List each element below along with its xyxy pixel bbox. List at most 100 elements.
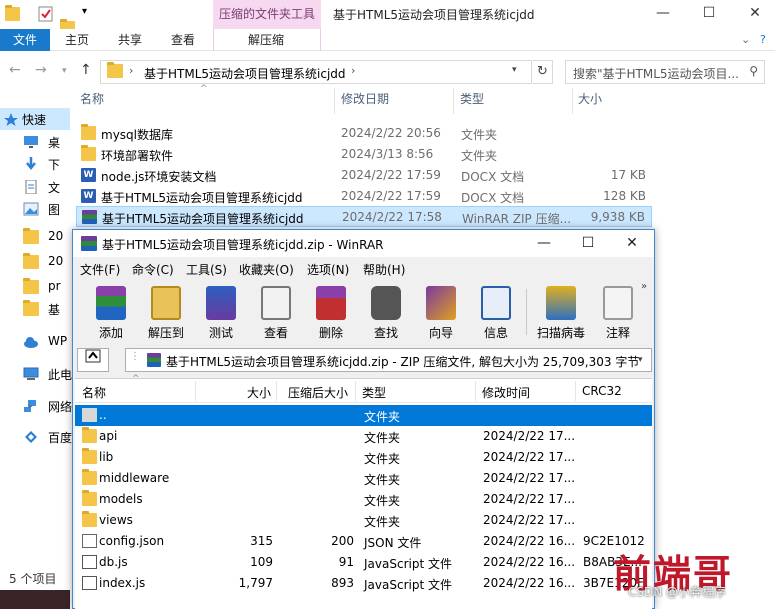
find-button[interactable]: 查找 [359,284,413,340]
toolbar-overflow-icon[interactable]: » [641,281,647,292]
column-divider[interactable] [453,88,454,114]
comment-button[interactable]: 注释 [591,284,645,340]
ribbon-expand-icon[interactable]: ⌄ [741,33,750,46]
menu-favorites[interactable]: 收藏夹(O) [239,261,294,278]
tool-label: 解压到 [147,326,184,340]
file-row[interactable]: mysql数据库 2024/2/22 20:56 文件夹 [76,123,652,144]
nav-item-wps-cloud[interactable]: WP [0,331,70,353]
column-header-crc32[interactable]: CRC32 [582,384,622,398]
quick-access-dropdown-icon[interactable]: ▾ [82,6,100,24]
column-divider[interactable] [572,88,573,114]
archive-row[interactable]: config.json 315 200 JSON 文件 2024/2/22 16… [75,531,652,552]
archive-path-combo[interactable]: ⋮ 基于HTML5运动会项目管理系统icjdd.zip - ZIP 压缩文件, … [125,348,652,372]
nav-item-pictures[interactable]: 图 [0,198,70,220]
column-header-date[interactable]: 修改日期 [341,90,389,116]
chevron-down-icon[interactable]: ▾ [512,65,517,75]
forward-icon[interactable]: → [35,62,47,78]
navigation-pane: 快速 桌 下 文 图 20 20 pr 基 WP 此电 网络 百度 [0,88,72,568]
tab-decompress[interactable]: 解压缩 [248,29,284,51]
nav-item-desktop[interactable]: 桌 [0,131,70,153]
column-header-size[interactable]: 大小 [578,90,602,116]
properties-icon[interactable] [37,5,55,23]
file-row[interactable]: 环境部署软件 2024/3/13 8:56 文件夹 [76,144,652,165]
tab-home[interactable]: 主页 [65,29,89,51]
view-button[interactable]: 查看 [249,284,303,340]
archive-row[interactable]: views 文件夹 2024/2/22 17... [75,510,652,531]
tab-view[interactable]: 查看 [171,29,195,51]
chevron-down-icon[interactable]: ▾ [638,355,643,365]
column-header-modified[interactable]: 修改时间 [482,384,530,401]
wizard-button[interactable]: 向导 [414,284,468,340]
column-divider[interactable] [334,88,335,114]
column-header-name[interactable]: 名称 [82,384,106,401]
archive-row[interactable]: lib 文件夹 2024/2/22 17... [75,447,652,468]
address-path[interactable]: 基于HTML5运动会项目管理系统icjdd [144,65,346,82]
close-button[interactable]: ✕ [610,230,654,257]
nav-item-folder-20-b[interactable]: 20 [0,251,70,273]
context-tab-compressed-tools[interactable]: 压缩的文件夹工具 [213,0,321,29]
nav-item-folder-pr[interactable]: pr [0,276,70,298]
menu-commands[interactable]: 命令(C) [132,261,174,278]
column-header-size[interactable]: 大小 [247,384,271,401]
parent-folder-icon [82,408,97,422]
back-icon[interactable]: ← [9,62,21,78]
file-date: 2024/2/22 17:59 [341,168,441,182]
file-row[interactable]: W 基于HTML5运动会项目管理系统icjdd 2024/2/22 17:59 … [76,186,652,207]
up-one-level-button[interactable] [77,348,109,372]
archive-row[interactable]: models 文件夹 2024/2/22 17... [75,489,652,510]
file-row-selected[interactable]: 基于HTML5运动会项目管理系统icjdd 2024/2/22 17:58 Wi… [76,206,652,227]
nav-item-network[interactable]: 网络 [0,395,72,417]
archive-file-list: ^ 名称 大小 压缩后大小 类型 修改时间 CRC32 .. 文件夹 api 文… [75,374,652,609]
minimize-button[interactable]: — [640,0,686,29]
column-header-name[interactable]: 名称 [80,90,104,116]
nav-item-documents[interactable]: 文 [0,176,70,198]
delete-button[interactable]: 删除 [304,284,358,340]
add-button[interactable]: 添加 [84,284,138,340]
info-button[interactable]: 信息 [469,284,523,340]
close-button[interactable]: ✕ [732,0,775,29]
nav-item-downloads[interactable]: 下 [0,153,70,175]
archive-row[interactable]: index.js 1,797 893 JavaScript 文件 2024/2/… [75,573,652,594]
refresh-icon[interactable]: ↻ [533,60,553,84]
column-header-packed-size[interactable]: 压缩后大小 [288,384,348,401]
archive-row[interactable]: db.js 109 91 JavaScript 文件 2024/2/22 16.… [75,552,652,573]
virus-scan-button[interactable]: 扫描病毒 [534,284,588,340]
nav-item-baidu[interactable]: 百度 [0,426,72,448]
column-divider[interactable] [355,381,356,401]
search-input[interactable]: 搜索"基于HTML5运动会项目... ⚲ [565,60,765,84]
menu-file[interactable]: 文件(F) [80,261,120,278]
column-header-type[interactable]: 类型 [460,90,484,116]
menu-help[interactable]: 帮助(H) [363,261,405,278]
nav-item-quick-access[interactable]: 快速 [0,108,70,130]
menu-tools[interactable]: 工具(S) [186,261,227,278]
tab-file[interactable]: 文件 [0,29,50,51]
column-divider[interactable] [475,381,476,401]
minimize-button[interactable]: — [522,230,566,257]
maximize-button[interactable]: ☐ [566,230,610,257]
column-divider[interactable] [575,381,576,401]
nav-item-this-pc[interactable]: 此电 [0,363,72,385]
address-bar[interactable]: › 基于HTML5运动会项目管理系统icjdd › ▾ [100,60,532,84]
chevron-right-icon[interactable]: › [351,64,355,77]
tab-share[interactable]: 共享 [118,29,142,51]
maximize-button[interactable]: ☐ [686,0,732,29]
status-bar: 5 个项目 [9,572,57,586]
up-icon[interactable]: ↑ [80,62,92,78]
nav-item-label: pr [48,279,61,293]
archive-row[interactable]: api 文件夹 2024/2/22 17... [75,426,652,447]
menu-options[interactable]: 选项(N) [307,261,349,278]
archive-row-selected[interactable]: .. 文件夹 [75,405,652,426]
nav-item-folder-20-a[interactable]: 20 [0,226,70,248]
file-row[interactable]: W node.js环境安装文档 2024/2/22 17:59 DOCX 文档 … [76,165,652,186]
chevron-right-icon[interactable]: › [129,64,133,77]
archive-row[interactable]: middleware 文件夹 2024/2/22 17... [75,468,652,489]
test-button[interactable]: 测试 [194,284,248,340]
column-divider[interactable] [276,381,277,401]
nav-item-folder-ji[interactable]: 基 [0,298,70,320]
folder-icon[interactable] [5,5,20,21]
recent-locations-icon[interactable]: ▾ [62,66,67,76]
extract-to-button[interactable]: 解压到 [139,284,193,340]
help-icon[interactable]: ? [760,33,766,46]
column-header-type[interactable]: 类型 [362,384,386,401]
column-divider[interactable] [195,381,196,401]
